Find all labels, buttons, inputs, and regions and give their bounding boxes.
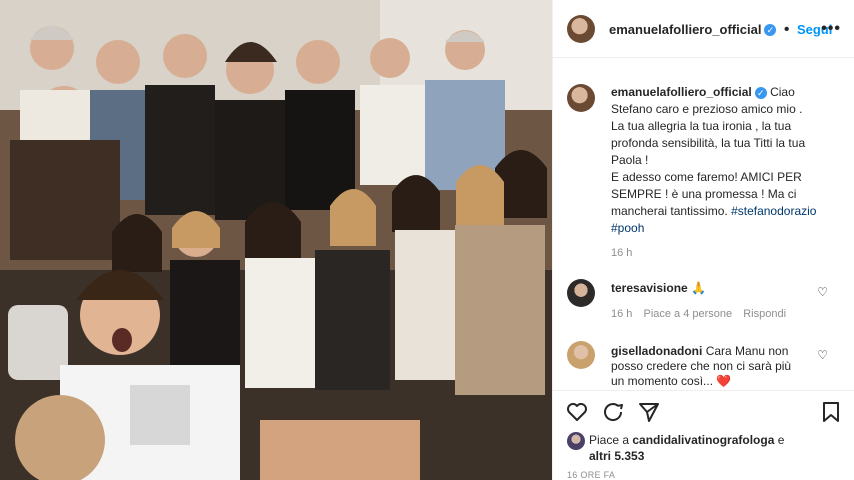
comment-likes-link[interactable]: Piace a 4 persone <box>643 308 732 320</box>
post-timestamp: 16 ORE FA <box>567 470 616 480</box>
comment-item: teresavisione 🙏 <box>611 281 831 295</box>
caption-line: mancherai tantissimo. <box>611 204 728 218</box>
comment-meta: 16 h Piace a 4 persone Rispondi <box>611 308 786 320</box>
comment-reply-link[interactable]: Rispondi <box>743 308 786 320</box>
share-send-icon[interactable] <box>637 400 661 424</box>
comment-text: 🙏 <box>691 281 707 295</box>
likes-others-link[interactable]: altri 5.353 <box>589 449 644 463</box>
comment-text: un momento così... <box>611 374 714 388</box>
comment-like-heart-icon[interactable]: ♡ <box>817 348 828 362</box>
likes-summary: Piace a candidalivatinografologa e altri… <box>589 432 839 464</box>
caption-line: La tua allegria la tua ironia , la tua <box>611 119 792 133</box>
instagram-post: emanuelafolliero_official ✓ • Segui ••• e… <box>0 0 854 480</box>
verified-badge-icon: ✓ <box>754 86 767 99</box>
comment-text: Cara Manu non <box>705 344 789 358</box>
post-caption: emanuelafolliero_official ✓ Ciao Stefano … <box>611 84 841 262</box>
post-side-panel: emanuelafolliero_official ✓ • Segui ••• e… <box>552 0 854 480</box>
post-photo[interactable] <box>0 0 552 480</box>
caption-line: profonda sensibilità, la tua Titti la tu… <box>611 136 806 150</box>
caption-line: Paola ! <box>611 153 649 167</box>
comment-like-heart-icon[interactable]: ♡ <box>817 285 828 299</box>
hashtag-link[interactable]: #stefanodorazio <box>731 204 816 218</box>
save-bookmark-icon[interactable] <box>819 400 843 424</box>
caption-line: E adesso come faremo! AMICI PER <box>611 170 802 184</box>
caption-line: SEMPRE ! è una promessa ! Ma ci <box>611 187 797 201</box>
author-avatar[interactable] <box>567 15 595 43</box>
caption-line: Stefano caro e prezioso amico mio . <box>611 102 803 116</box>
header-separator: • <box>783 21 790 38</box>
caption-line: Ciao <box>770 85 795 99</box>
caption-username[interactable]: emanuelafolliero_official <box>611 85 752 99</box>
likes-prefix: Piace a <box>589 433 630 447</box>
comment-username[interactable]: giselladonadoni <box>611 344 702 358</box>
comment-time: 16 h <box>611 308 633 320</box>
caption-time: 16 h <box>611 247 633 259</box>
hashtag-link[interactable]: #pooh <box>611 221 644 235</box>
caption-avatar[interactable] <box>567 84 595 112</box>
comment-avatar[interactable] <box>567 341 595 369</box>
liker-avatar[interactable] <box>567 432 585 450</box>
likes-conjunction: e <box>777 433 785 447</box>
like-heart-icon[interactable] <box>565 400 589 424</box>
liker-username[interactable]: candidalivatinografologa <box>632 433 774 447</box>
comment-bubble-icon[interactable] <box>601 400 625 424</box>
more-dots-icon[interactable]: ••• <box>821 20 841 38</box>
post-header: emanuelafolliero_official ✓ • Segui ••• <box>553 0 854 58</box>
group-photo-illustration <box>0 0 552 480</box>
verified-badge-icon: ✓ <box>764 23 777 36</box>
comment-text: posso credere che non ci sarà più <box>611 359 792 373</box>
red-heart-emoji: ❤️ <box>716 374 732 388</box>
comment-username[interactable]: teresavisione <box>611 281 688 295</box>
comment-avatar[interactable] <box>567 279 595 307</box>
comment-item: giselladonadoni Cara Manu non posso cred… <box>611 344 823 389</box>
header-username[interactable]: emanuelafolliero_official <box>609 22 761 37</box>
